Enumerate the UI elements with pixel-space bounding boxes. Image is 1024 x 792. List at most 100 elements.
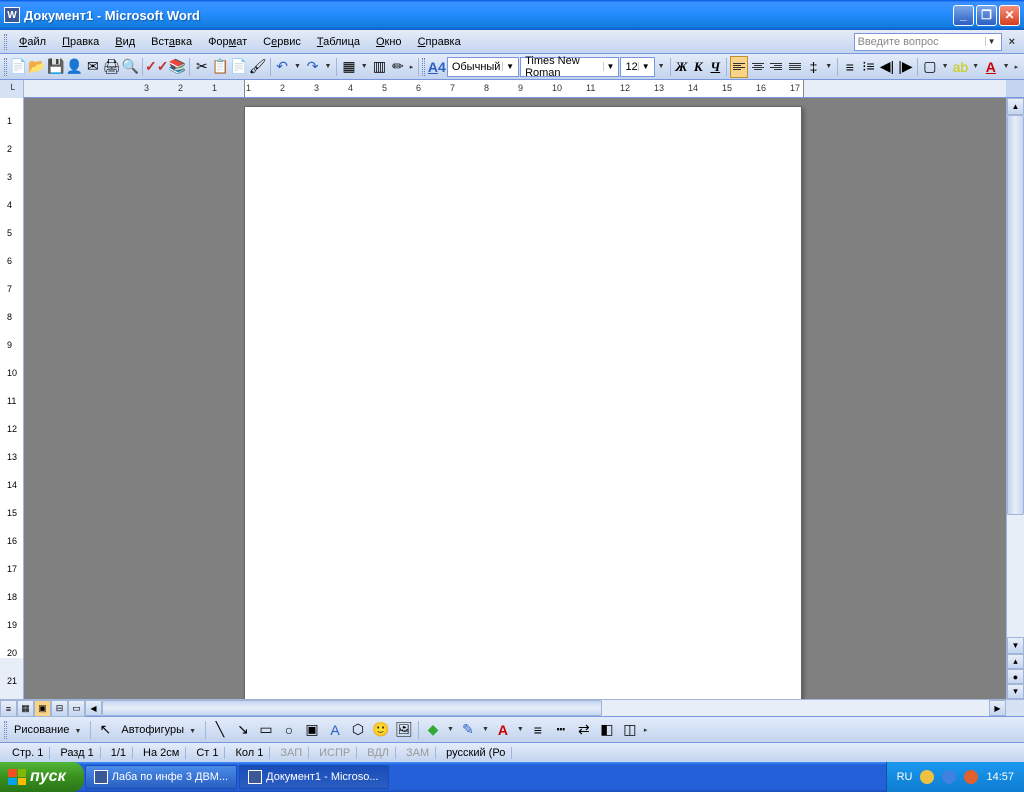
help-search-box[interactable]: Введите вопрос ▼ <box>854 33 1002 51</box>
tray-icon-1[interactable] <box>920 770 934 784</box>
undo-button[interactable] <box>273 56 291 78</box>
bullet-list-button[interactable]: ⁝≡ <box>860 56 878 78</box>
underline-button[interactable]: Ч <box>707 57 723 77</box>
insert-table-button[interactable] <box>340 56 358 78</box>
copy-button[interactable] <box>212 56 230 78</box>
scroll-up-button[interactable]: ▲ <box>1007 98 1024 115</box>
scroll-right-button[interactable]: ▶ <box>989 700 1006 716</box>
start-button[interactable]: пуск <box>0 762 84 792</box>
clock[interactable]: 14:57 <box>986 771 1014 783</box>
line-color-button[interactable]: ✎ <box>457 719 479 741</box>
tab-selector[interactable]: └ <box>0 80 24 98</box>
redo-dropdown[interactable]: ▼ <box>322 63 333 70</box>
open-button[interactable] <box>28 56 46 78</box>
toolbar-overflow-2[interactable]: ▸ <box>1013 63 1021 71</box>
reading-view-button[interactable]: ▭ <box>68 700 85 717</box>
picture-button[interactable]: 🖼 <box>393 719 415 741</box>
clipart-button[interactable]: 🙂 <box>370 719 392 741</box>
browse-object-button[interactable]: ● <box>1007 669 1024 684</box>
style-combo[interactable]: Обычный▼ <box>447 57 519 77</box>
align-left-button[interactable] <box>730 56 748 78</box>
size-combo[interactable]: 12▼ <box>620 57 654 77</box>
help-dropdown-icon[interactable]: ▼ <box>985 37 998 46</box>
align-right-button[interactable] <box>768 56 786 78</box>
3d-button[interactable]: ◫ <box>619 719 641 741</box>
status-trk[interactable]: ИСПР <box>313 747 357 759</box>
menu-file[interactable]: Файл <box>11 34 54 50</box>
columns-button[interactable]: ▥ <box>371 56 389 78</box>
lang-indicator[interactable]: RU <box>897 771 913 783</box>
arrow-button[interactable]: ↘ <box>232 719 254 741</box>
line-style-button[interactable]: ≡ <box>527 719 549 741</box>
toolbar-grip-2[interactable] <box>422 58 425 76</box>
line-button[interactable]: ╲ <box>209 719 231 741</box>
styles-pane-button[interactable]: A4 <box>428 56 446 78</box>
page[interactable] <box>244 106 802 699</box>
vscroll-thumb[interactable] <box>1007 115 1024 515</box>
tray-icon-2[interactable] <box>942 770 956 784</box>
maximize-button[interactable]: ❐ <box>976 5 997 26</box>
research-button[interactable]: 📚 <box>169 56 187 78</box>
highlight-button[interactable]: ab <box>952 56 970 78</box>
tray-icon-3[interactable] <box>964 770 978 784</box>
new-doc-button[interactable] <box>10 56 28 78</box>
menu-edit[interactable]: Правка <box>54 34 107 50</box>
fill-color-button[interactable]: ◆ <box>422 719 444 741</box>
font-dropdown-icon[interactable]: ▼ <box>603 62 615 71</box>
vscroll-track[interactable] <box>1007 115 1024 637</box>
horizontal-ruler[interactable]: 3211234567891011121314151617 <box>24 80 1006 97</box>
size-split[interactable]: ▼ <box>656 63 667 70</box>
size-dropdown-icon[interactable]: ▼ <box>638 62 650 71</box>
align-justify-button[interactable] <box>786 56 804 78</box>
borders-button[interactable]: ▢ <box>921 56 939 78</box>
fontcolor-dropdown[interactable]: ▼ <box>1001 63 1012 70</box>
italic-button[interactable]: К <box>690 57 706 77</box>
menubar-grip[interactable] <box>4 34 7 50</box>
draw-grip[interactable] <box>4 721 7 739</box>
permission-button[interactable] <box>65 56 83 78</box>
system-tray[interactable]: RU 14:57 <box>886 762 1024 792</box>
numbered-list-button[interactable]: ≡ <box>841 56 859 78</box>
status-ext[interactable]: ВДЛ <box>361 747 396 759</box>
print-view-button[interactable]: ▣ <box>34 700 51 717</box>
drawing-menu[interactable]: Рисование ▼ <box>10 722 87 738</box>
wordart-button[interactable]: A <box>324 719 346 741</box>
status-ovr[interactable]: ЗАМ <box>400 747 436 759</box>
minimize-button[interactable]: _ <box>953 5 974 26</box>
font-combo[interactable]: Times New Roman▼ <box>520 57 619 77</box>
highlight-dropdown[interactable]: ▼ <box>970 63 981 70</box>
indent-button[interactable]: |▶ <box>897 56 915 78</box>
menu-insert[interactable]: Вставка <box>143 34 200 50</box>
cut-button[interactable] <box>193 56 211 78</box>
drawfont-dropdown[interactable]: ▼ <box>515 726 526 733</box>
hscroll-thumb[interactable] <box>102 700 602 716</box>
oval-button[interactable]: ○ <box>278 719 300 741</box>
scroll-left-button[interactable]: ◀ <box>85 700 102 716</box>
undo-dropdown[interactable]: ▼ <box>292 63 303 70</box>
linecolor-dropdown[interactable]: ▼ <box>480 726 491 733</box>
save-button[interactable] <box>47 56 65 78</box>
mail-button[interactable]: ✉ <box>84 56 102 78</box>
normal-view-button[interactable]: ≡ <box>0 700 17 717</box>
autoshapes-menu[interactable]: Автофигуры ▼ <box>117 722 202 738</box>
bold-button[interactable]: Ж <box>673 57 689 77</box>
format-painter-button[interactable]: 🖌 <box>249 56 267 78</box>
menu-table[interactable]: Таблица <box>309 34 368 50</box>
menu-window[interactable]: Окно <box>368 34 410 50</box>
web-view-button[interactable]: ▦ <box>17 700 34 717</box>
font-color-draw-button[interactable]: A <box>492 719 514 741</box>
vertical-ruler[interactable]: 123456789101112131415161718192021 <box>0 98 24 699</box>
fill-dropdown[interactable]: ▼ <box>445 726 456 733</box>
doc-close-button[interactable]: × <box>1004 34 1020 50</box>
menu-view[interactable]: Вид <box>107 34 143 50</box>
next-page-button[interactable]: ▾ <box>1007 684 1024 699</box>
shadow-button[interactable]: ◧ <box>596 719 618 741</box>
toolbar-grip-1[interactable] <box>4 58 7 76</box>
draw-overflow[interactable]: ▸ <box>642 726 650 734</box>
taskbar-item-1[interactable]: Лаба по инфе 3 ДВМ... <box>85 765 237 789</box>
drawing-button[interactable]: ✏ <box>389 56 407 78</box>
redo-button[interactable] <box>304 56 322 78</box>
vertical-scrollbar[interactable]: ▲ ▼ ▴ ● ▾ <box>1006 98 1024 699</box>
font-color-button[interactable]: A <box>982 56 1000 78</box>
select-objects-button[interactable]: ↖ <box>94 719 116 741</box>
